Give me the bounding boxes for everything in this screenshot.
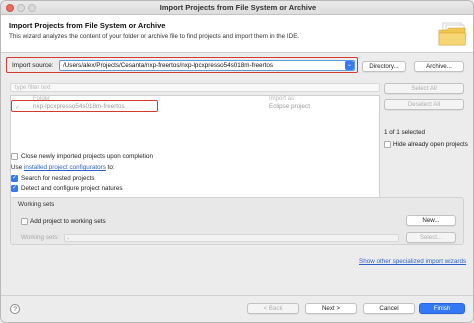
detect-natures-checkbox[interactable]: ✓ (11, 185, 18, 192)
chevron-down-icon: ⌄ (66, 235, 71, 241)
title-bar: Import Projects from File System or Arch… (1, 1, 473, 15)
table-row-folder[interactable]: nxp-lpcxpresso54s018m-freertos (33, 103, 125, 110)
configurators-suffix: to: (105, 164, 115, 171)
import-source-label: Import source: (12, 62, 54, 69)
close-newly-imported-checkbox[interactable] (11, 153, 18, 160)
folder-icon (438, 22, 467, 46)
hide-open-projects-label: Hide already open projects (393, 141, 468, 148)
configurators-line: Use installed project configurators to: (11, 164, 115, 171)
column-header-import-as: Import as (269, 96, 295, 102)
wizard-description: This wizard analyzes the content of your… (9, 33, 300, 40)
add-to-working-sets-label: Add project to working sets (30, 218, 106, 225)
archive-button[interactable]: Archive... (414, 61, 464, 72)
help-icon[interactable]: ? (10, 304, 20, 314)
add-to-working-sets-checkbox[interactable] (21, 218, 28, 225)
installed-project-configurators-link[interactable]: installed project configurators (24, 164, 106, 171)
search-nested-checkbox[interactable]: ✓ (11, 175, 18, 182)
new-working-set-button[interactable]: New... (406, 215, 456, 226)
directory-button[interactable]: Directory... (362, 61, 406, 72)
chevron-down-icon[interactable]: ⌄ (345, 61, 354, 70)
close-newly-imported-label: Close newly imported projects upon compl… (21, 153, 153, 160)
window-title: Import Projects from File System or Arch… (159, 3, 317, 12)
wizard-header: Import Projects from File System or Arch… (1, 15, 473, 53)
working-sets-combo[interactable] (64, 234, 399, 242)
filter-input[interactable]: type filter text (10, 83, 380, 92)
configurators-prefix: Use (11, 164, 24, 171)
import-dialog: Import Projects from File System or Arch… (0, 0, 474, 323)
hide-open-projects-checkbox[interactable] (384, 141, 391, 148)
detect-natures-label: Detect and configure project natures (21, 185, 123, 192)
import-source-input[interactable]: /Users/alex/Projects/Cesanta/nxp-freerto… (59, 60, 355, 71)
selection-count: 1 of 1 selected (384, 129, 425, 136)
finish-button[interactable]: Finish (419, 303, 465, 314)
show-specialized-wizards-link[interactable]: Show other specialized import wizards (359, 258, 466, 265)
checkmark-icon[interactable]: ✓ (15, 104, 20, 111)
working-sets-field-label: Working sets: (21, 234, 60, 241)
next-button[interactable]: Next > (305, 303, 357, 314)
working-sets-title: Working sets (18, 201, 55, 208)
select-working-set-button[interactable]: Select... (406, 232, 456, 243)
table-row-import-as: Eclipse project (269, 103, 310, 110)
cancel-button[interactable]: Cancel (363, 303, 415, 314)
wizard-title: Import Projects from File System or Arch… (9, 21, 166, 30)
back-button[interactable]: < Back (247, 303, 299, 314)
deselect-all-button[interactable]: Deselect All (384, 99, 464, 110)
search-nested-label: Search for nested projects (21, 175, 95, 182)
select-all-button[interactable]: Select All (384, 83, 464, 94)
